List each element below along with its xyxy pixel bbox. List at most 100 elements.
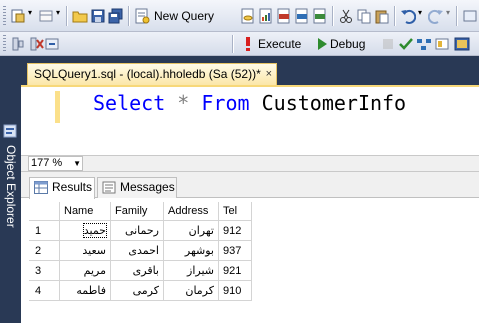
close-icon[interactable]: × [266, 64, 272, 84]
xmla-query-icon[interactable] [312, 8, 328, 24]
toolbar-separator [128, 6, 130, 26]
grid-header-row: Name Family Address Tel [29, 202, 252, 221]
sql-token-id: CustomerInfo [261, 91, 407, 115]
undo-icon[interactable] [400, 8, 416, 24]
row-number[interactable]: 4 [29, 280, 60, 301]
sql-token-ws [250, 91, 262, 115]
cell-name[interactable]: حمید [59, 220, 111, 241]
save-all-icon[interactable] [108, 8, 124, 24]
dmx-query-icon[interactable] [276, 8, 292, 24]
table-row[interactable]: 2 سعید احمدی بوشهر 937 [29, 240, 252, 261]
chevron-down-icon[interactable]: ▾ [28, 8, 32, 17]
add-item-icon[interactable] [38, 8, 54, 24]
execute-button[interactable]: Execute [258, 37, 301, 51]
query-options-icon[interactable] [434, 36, 450, 52]
open-folder-icon[interactable] [72, 8, 88, 24]
toolbar-separator [332, 6, 334, 26]
cell-family[interactable]: باقری [110, 260, 164, 281]
cancel-query-icon[interactable] [380, 36, 396, 52]
object-explorer-label[interactable]: Object Explorer [2, 145, 20, 265]
object-explorer-pane[interactable]: Object Explorer [0, 57, 21, 323]
tab-messages[interactable]: Messages [97, 177, 177, 198]
cell-family[interactable]: احمدی [110, 240, 164, 261]
cell-tel[interactable]: 937 [218, 240, 252, 261]
cell-family[interactable]: کرمی [110, 280, 164, 301]
cell-tel[interactable]: 921 [218, 260, 252, 281]
sql-token-ws [165, 91, 177, 115]
tab-results[interactable]: Results [29, 177, 95, 199]
zoom-value: 177 % [31, 157, 63, 169]
debug-button[interactable]: Debug [330, 37, 365, 51]
column-header-name[interactable]: Name [59, 202, 111, 221]
table-row[interactable]: 4 فاطمه کرمی کرمان 910 [29, 280, 252, 301]
row-number[interactable]: 3 [29, 260, 60, 281]
sql-token-ws [189, 91, 201, 115]
row-number[interactable]: 1 [29, 220, 60, 241]
standard-toolbar: ▾ ▾ New Query ▾ ▾ [0, 0, 479, 32]
disconnect-icon[interactable] [28, 36, 44, 52]
display-plan-icon[interactable] [416, 36, 432, 52]
toolbar-separator [394, 6, 396, 26]
results-tab-strip: Results Messages [21, 172, 479, 199]
cell-name[interactable]: سعید [59, 240, 111, 261]
chevron-down-icon[interactable]: ▾ [56, 8, 60, 17]
parse-icon[interactable] [398, 36, 414, 52]
column-header-tel[interactable]: Tel [218, 202, 252, 221]
new-query-icon[interactable] [134, 8, 150, 24]
chevron-down-icon[interactable]: ▼ [73, 157, 81, 170]
navigate-icon[interactable] [462, 8, 478, 24]
chevron-down-icon[interactable]: ▾ [446, 8, 450, 17]
cell-tel[interactable]: 912 [218, 220, 252, 241]
new-project-icon[interactable] [10, 8, 26, 24]
cell-address[interactable]: کرمان [163, 280, 219, 301]
cell-name-value: حمید [82, 223, 108, 238]
object-explorer-icon [3, 124, 17, 138]
column-header-family[interactable]: Family [110, 202, 164, 221]
grid-corner[interactable] [29, 202, 60, 221]
sql-token-kw: From [201, 91, 250, 115]
sql-editor-toolbar: hholedb ▼ Execute Debug [0, 32, 479, 84]
query-tab-title: SQLQuery1.sql - (local).hholedb (Sa (52)… [34, 67, 261, 81]
document-tab-strip: SQLQuery1.sql - (local).hholedb (Sa (52)… [21, 57, 479, 85]
toolbar-separator [232, 35, 234, 53]
cell-address[interactable]: شیراز [163, 260, 219, 281]
toolbar-separator [456, 6, 458, 26]
sql-token-kw: Select [93, 91, 166, 115]
results-pane: Results Messages Name Family Address Tel… [21, 172, 479, 323]
cell-name[interactable]: فاطمه [59, 280, 111, 301]
sql-editor[interactable]: Select * From CustomerInfo [21, 85, 479, 157]
cell-address[interactable]: تهران [163, 220, 219, 241]
column-header-address[interactable]: Address [163, 202, 219, 221]
query-tab[interactable]: SQLQuery1.sql - (local).hholedb (Sa (52)… [27, 63, 277, 85]
redo-icon[interactable] [428, 8, 444, 24]
change-connection-icon[interactable] [44, 36, 60, 52]
analysis-query-icon[interactable] [258, 8, 274, 24]
editor-zoom-bar: 177 % ▼ [21, 155, 479, 172]
save-icon[interactable] [90, 8, 106, 24]
table-row[interactable]: 1 حمید رحمانی تهران 912 [29, 220, 252, 241]
toolbar-grip[interactable] [3, 6, 6, 26]
connect-icon[interactable] [10, 36, 26, 52]
intellisense-icon[interactable] [454, 36, 470, 52]
cell-tel[interactable]: 910 [218, 280, 252, 301]
results-grid[interactable]: Name Family Address Tel 1 حمید رحمانی ته… [29, 202, 252, 301]
zoom-selector[interactable]: 177 % ▼ [28, 156, 83, 171]
row-number[interactable]: 2 [29, 240, 60, 261]
grid-icon [34, 181, 48, 194]
toolbar-grip[interactable] [3, 35, 6, 53]
cell-family[interactable]: رحمانی [110, 220, 164, 241]
table-row[interactable]: 3 مریم باقری شیراز 921 [29, 260, 252, 281]
cell-name[interactable]: مریم [59, 260, 111, 281]
sql-token-op: * [177, 91, 190, 115]
new-query-button[interactable]: New Query [154, 9, 214, 23]
database-engine-query-icon[interactable] [240, 8, 256, 24]
paste-icon[interactable] [374, 8, 390, 24]
cell-address[interactable]: بوشهر [163, 240, 219, 261]
sql-text[interactable]: Select * From CustomerInfo [93, 91, 406, 115]
change-tracking-margin [55, 91, 60, 123]
cut-icon[interactable] [338, 8, 354, 24]
debug-icon [314, 36, 330, 52]
mdx-query-icon[interactable] [294, 8, 310, 24]
copy-icon[interactable] [356, 8, 372, 24]
chevron-down-icon[interactable]: ▾ [418, 8, 422, 17]
